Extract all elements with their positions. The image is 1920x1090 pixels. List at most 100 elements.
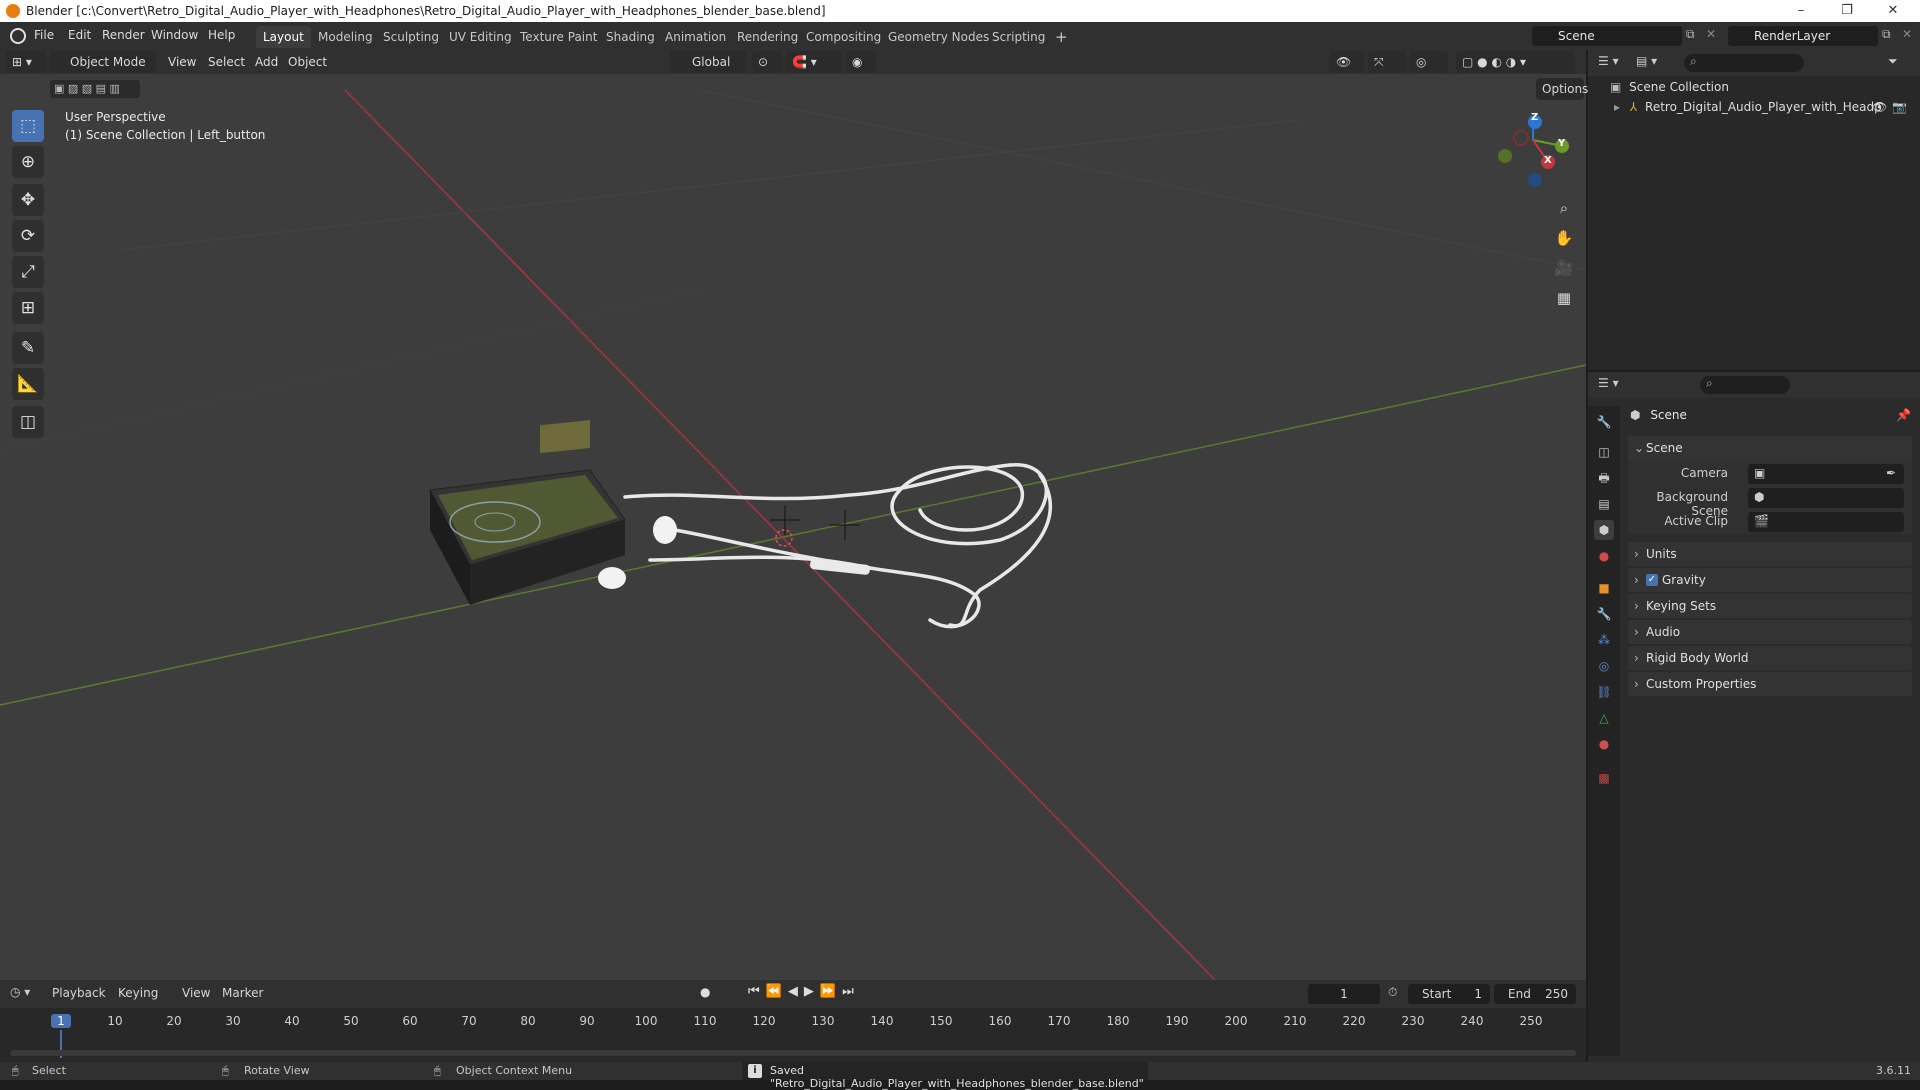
tab-texture-paint[interactable]: Texture Paint — [513, 26, 604, 48]
viewport-menu-view[interactable]: View — [168, 55, 196, 69]
panel-rigid-body-world[interactable]: › Rigid Body World — [1628, 646, 1912, 670]
gizmo-y-label[interactable]: Y — [1558, 138, 1565, 149]
move-tool-icon[interactable]: ✥ — [12, 184, 44, 216]
transform-tool-icon[interactable]: ⊞ — [12, 292, 44, 324]
panel-keying-sets[interactable]: › Keying Sets — [1628, 594, 1912, 618]
menu-help[interactable]: Help — [208, 28, 235, 42]
outliner-filter-icon[interactable]: ⏷ — [1888, 54, 1898, 69]
pin-icon[interactable]: 📌 — [1896, 408, 1911, 422]
options-dropdown[interactable]: Options — [1536, 78, 1588, 100]
gizmo-x-label[interactable]: X — [1544, 155, 1552, 166]
tab-rendering[interactable]: Rendering — [730, 26, 805, 48]
tab-layout[interactable]: Layout — [256, 26, 311, 48]
menu-file[interactable]: File — [34, 28, 54, 42]
timeline-editor-type-icon[interactable]: ◷ ▾ — [10, 985, 30, 999]
viewport-menu-add[interactable]: Add — [255, 55, 278, 69]
menu-edit[interactable]: Edit — [68, 28, 91, 42]
world-tab-icon[interactable]: ● — [1594, 546, 1614, 566]
modifier-tab-icon[interactable]: 🔧 — [1594, 604, 1614, 624]
active-clip-field[interactable]: 🎬 — [1748, 512, 1904, 532]
selection-mode-buttons[interactable]: ▣ ▨ ▧ ▤ ▥ — [50, 80, 140, 98]
tool-tab-icon[interactable]: 🔧 — [1594, 412, 1614, 432]
timeline-menu-view[interactable]: View — [182, 986, 210, 1000]
gravity-checkbox[interactable]: ✓ — [1646, 574, 1658, 586]
eyedropper-icon[interactable]: ✒ — [1886, 466, 1896, 480]
auto-keying-icon[interactable]: ● — [700, 985, 710, 999]
outliner-search-input[interactable]: ⌕ — [1684, 54, 1804, 72]
new-view-layer-icon[interactable]: ⧉ — [1882, 27, 1891, 42]
snapping-icon[interactable]: 🧲 ▾ — [786, 51, 842, 73]
visibility-eye-icon[interactable]: 👁 — [1872, 100, 1887, 114]
viewport-menu-select[interactable]: Select — [208, 55, 245, 69]
render-camera-icon[interactable]: 📷 — [1892, 100, 1907, 114]
new-scene-icon[interactable]: ⧉ — [1686, 27, 1695, 42]
expand-arrow-icon[interactable]: ▸ — [1614, 100, 1620, 114]
tab-animation[interactable]: Animation — [658, 26, 733, 48]
tab-shading[interactable]: Shading — [599, 26, 662, 48]
object-tab-icon[interactable]: ■ — [1594, 578, 1614, 598]
delete-view-layer-icon[interactable]: ✕ — [1902, 27, 1912, 41]
measure-tool-icon[interactable]: 📐 — [12, 368, 44, 400]
editor-type-icon[interactable]: ⊞ ▾ — [6, 51, 46, 73]
blender-menu-icon[interactable] — [10, 28, 26, 44]
timeline-scrollbar[interactable] — [10, 1050, 1576, 1056]
camera-view-icon[interactable]: 🎥 — [1551, 255, 1577, 281]
select-box-tool-icon[interactable]: ⬚ — [12, 110, 44, 142]
menu-window[interactable]: Window — [151, 28, 198, 42]
timeline-menu-keying[interactable]: Keying — [118, 986, 158, 1000]
gizmo-toggle-icon[interactable]: ⤧ — [1368, 51, 1406, 73]
properties-editor-type-icon[interactable]: ☰ ▾ — [1598, 376, 1619, 390]
gizmo-z-label[interactable]: Z — [1531, 112, 1538, 123]
playback-controls[interactable]: ⏮⏪◀▶⏩⏭ — [748, 984, 860, 999]
render-tab-icon[interactable]: ◫ — [1594, 442, 1614, 462]
tab-scripting[interactable]: Scripting — [985, 26, 1052, 48]
view-layer-tab-icon[interactable]: ▤ — [1594, 494, 1614, 514]
scene-selector[interactable]: Scene — [1532, 26, 1682, 46]
mode-selector[interactable]: Object Mode — [50, 51, 156, 73]
particles-tab-icon[interactable]: ⁂ — [1594, 630, 1614, 650]
view-layer-selector[interactable]: RenderLayer — [1728, 26, 1878, 46]
physics-tab-icon[interactable]: ◎ — [1594, 656, 1614, 676]
current-frame-field[interactable]: 1 — [1308, 984, 1380, 1004]
tab-geometry-nodes[interactable]: Geometry Nodes — [881, 26, 996, 48]
constraints-tab-icon[interactable]: ⛓ — [1594, 682, 1614, 702]
scale-tool-icon[interactable]: ⤢ — [12, 256, 44, 288]
menu-render[interactable]: Render — [102, 28, 145, 42]
timeline-editor[interactable]: ◷ ▾ Playback Keying View Marker ● ⏮⏪◀▶⏩⏭… — [0, 980, 1586, 1062]
outliner-object-row[interactable]: ▸ ⅄ Retro_Digital_Audio_Player_with_Head… — [1614, 100, 1914, 114]
outliner-editor-type-icon[interactable]: ☰ ▾ — [1598, 54, 1619, 68]
timeline-menu-playback[interactable]: Playback — [52, 986, 106, 1000]
tab-compositing[interactable]: Compositing — [799, 26, 888, 48]
start-frame-field[interactable]: Start 1 — [1408, 984, 1490, 1004]
properties-search-input[interactable]: ⌕ — [1700, 376, 1790, 394]
add-cube-tool-icon[interactable]: ◫ — [12, 406, 44, 438]
shading-mode-buttons[interactable]: ▢ ● ◐ ◑ ▾ — [1456, 51, 1574, 73]
preview-range-icon[interactable]: ⏱ — [1388, 985, 1397, 1000]
end-frame-field[interactable]: End 250 — [1494, 984, 1576, 1004]
delete-scene-icon[interactable]: ✕ — [1706, 27, 1716, 41]
panel-units[interactable]: › Units — [1628, 542, 1912, 566]
tab-uv-editing[interactable]: UV Editing — [442, 26, 519, 48]
cursor-tool-icon[interactable]: ⊕ — [12, 146, 44, 178]
material-tab-icon[interactable]: ● — [1594, 734, 1614, 754]
rotate-tool-icon[interactable]: ⟳ — [12, 220, 44, 252]
minimize-button[interactable]: – — [1778, 0, 1824, 22]
data-tab-icon[interactable]: △ — [1594, 708, 1614, 728]
viewport-menu-object[interactable]: Object — [288, 55, 327, 69]
tab-sculpting[interactable]: Sculpting — [376, 26, 446, 48]
overlay-toggle-icon[interactable]: ◎ — [1410, 51, 1448, 73]
outliner-display-mode-icon[interactable]: ▤ ▾ — [1636, 54, 1657, 68]
panel-scene-header[interactable]: ⌄ Scene — [1628, 436, 1912, 460]
3d-viewport[interactable]: Z Y X ⌕ ✋ 🎥 ▦ User Perspective (1) Scene… — [0, 50, 1586, 980]
annotate-tool-icon[interactable]: ✎ — [12, 332, 44, 364]
scene-tab-icon[interactable]: ⬢ — [1594, 520, 1614, 540]
output-tab-icon[interactable]: 🖶 — [1594, 468, 1614, 488]
panel-audio[interactable]: › Audio — [1628, 620, 1912, 644]
texture-tab-icon[interactable]: ▩ — [1594, 768, 1614, 788]
timeline-ruler[interactable]: 1 10 20 30 40 50 60 70 80 90 100 110 120 130 140 150 160… — [0, 1008, 1586, 1058]
proportional-edit-icon[interactable]: ◉ — [846, 51, 876, 73]
add-workspace-button[interactable]: + — [1048, 26, 1075, 48]
close-button[interactable]: ✕ — [1870, 0, 1916, 22]
maximize-button[interactable]: ❐ — [1824, 0, 1870, 22]
timeline-menu-marker[interactable]: Marker — [222, 986, 263, 1000]
